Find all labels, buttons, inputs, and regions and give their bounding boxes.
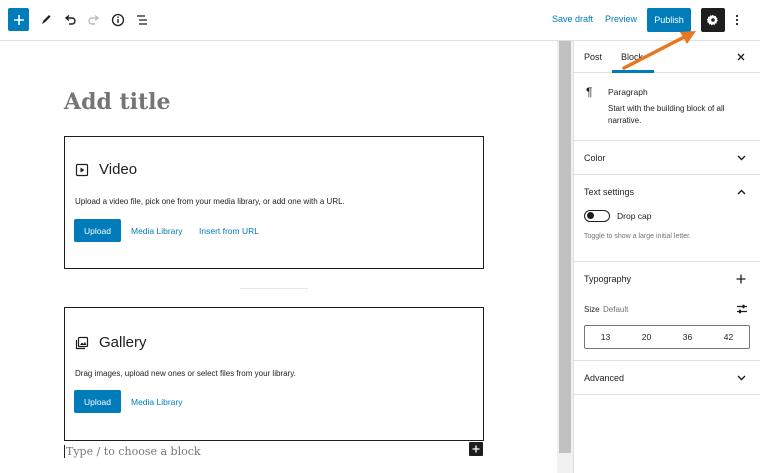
video-icon	[75, 163, 89, 176]
more-options-button[interactable]	[731, 10, 743, 30]
gallery-block-label: Gallery	[99, 334, 147, 351]
gallery-upload-button[interactable]: Upload	[74, 390, 121, 413]
block-card: ¶ Paragraph Start with the building bloc…	[574, 73, 760, 141]
block-inserter-button[interactable]	[469, 442, 483, 456]
settings-sidebar: Post Block ¶ Paragraph Start with the bu…	[573, 41, 760, 473]
video-block-label: Video	[99, 161, 138, 178]
appender-placeholder: Type / to choose a block	[66, 444, 201, 458]
tab-post[interactable]: Post	[584, 52, 602, 62]
video-block-header: Video	[75, 161, 137, 178]
undo-button[interactable]	[58, 8, 82, 32]
settings-button[interactable]	[701, 8, 725, 32]
font-size-picker[interactable]: 13 20 36 42	[584, 325, 750, 349]
block-card-description: Start with the building block of all nar…	[608, 104, 725, 125]
font-size-option[interactable]: 13	[585, 326, 626, 348]
chevron-down-icon	[737, 155, 745, 161]
block-separator	[240, 288, 308, 289]
advanced-panel[interactable]: Advanced	[574, 361, 760, 395]
color-panel-toggle[interactable]	[734, 151, 748, 165]
video-upload-button[interactable]: Upload	[74, 219, 121, 242]
text-caret	[64, 444, 65, 458]
advanced-panel-title: Advanced	[584, 373, 625, 383]
chevron-down-icon	[737, 375, 745, 381]
pencil-icon	[42, 15, 51, 24]
close-icon	[737, 53, 745, 61]
post-title-input[interactable]: Add title	[64, 89, 171, 115]
editor-scrollbar[interactable]	[557, 41, 573, 473]
sidebar-tabs: Post Block	[574, 41, 760, 73]
plus-icon	[13, 14, 24, 25]
font-size-option[interactable]: 42	[708, 326, 749, 348]
preview-button[interactable]: Preview	[605, 14, 637, 24]
editor-canvas: Add title Video Upload a video file, pic…	[0, 41, 557, 473]
details-button[interactable]	[106, 8, 130, 32]
custom-size-icon[interactable]	[736, 303, 748, 315]
paragraph-icon: ¶	[586, 85, 593, 99]
font-size-label: Size	[584, 305, 600, 314]
advanced-panel-toggle[interactable]	[734, 371, 748, 385]
close-sidebar-button[interactable]	[734, 50, 748, 64]
video-media-library-button[interactable]: Media Library	[131, 226, 183, 236]
tools-button[interactable]	[34, 8, 58, 32]
font-size-option[interactable]: 36	[667, 326, 708, 348]
font-size-option[interactable]: 20	[626, 326, 667, 348]
more-vertical-icon	[735, 14, 739, 26]
default-block-appender[interactable]: Type / to choose a block	[64, 442, 484, 460]
typography-title: Typography	[584, 274, 632, 284]
undo-icon	[64, 14, 76, 25]
gallery-media-library-button[interactable]: Media Library	[131, 397, 183, 407]
redo-button[interactable]	[82, 8, 106, 32]
list-view-button[interactable]	[130, 8, 154, 32]
list-view-icon	[137, 15, 147, 25]
redo-icon	[88, 14, 100, 25]
drop-cap-help: Toggle to show a large initial letter.	[584, 233, 692, 240]
gallery-block[interactable]: Gallery Drag images, upload new ones or …	[64, 307, 484, 441]
add-block-button[interactable]	[8, 8, 29, 31]
publish-button[interactable]: Publish	[647, 8, 691, 32]
toggle-knob	[586, 212, 594, 219]
gallery-icon	[75, 336, 89, 349]
save-draft-button[interactable]: Save draft	[552, 14, 593, 24]
plus-icon	[736, 274, 746, 284]
drop-cap-label: Drop cap	[617, 211, 652, 221]
scrollbar-thumb[interactable]	[559, 41, 571, 453]
gallery-block-header: Gallery	[75, 334, 147, 351]
editor-toolbar: Save draft Preview Publish	[0, 0, 760, 41]
info-icon	[111, 13, 125, 27]
plus-icon	[472, 445, 480, 453]
typography-options-button[interactable]	[734, 272, 748, 286]
font-size-value: Default	[603, 305, 629, 314]
insert-from-url-button[interactable]: Insert from URL	[199, 226, 259, 236]
chevron-up-icon	[737, 189, 745, 195]
drop-cap-toggle[interactable]	[584, 210, 610, 222]
video-block-description: Upload a video file, pick one from your …	[75, 197, 345, 206]
gallery-block-description: Drag images, upload new ones or select f…	[75, 369, 296, 378]
tab-block[interactable]: Block	[621, 52, 643, 62]
video-block[interactable]: Video Upload a video file, pick one from…	[64, 136, 484, 269]
block-card-title: Paragraph	[608, 87, 648, 97]
text-settings-title[interactable]: Text settings	[584, 187, 634, 197]
gear-icon	[707, 14, 718, 26]
color-panel[interactable]: Color	[574, 141, 760, 175]
color-panel-title: Color	[584, 153, 606, 163]
text-settings-toggle[interactable]	[734, 185, 748, 199]
